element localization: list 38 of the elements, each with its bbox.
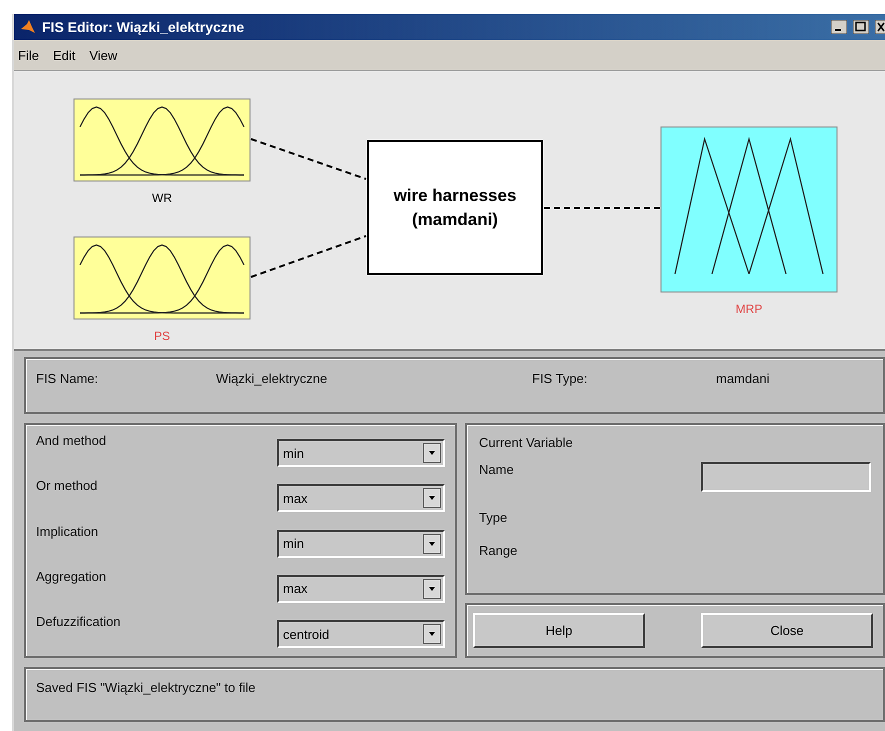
field-label: Name xyxy=(479,462,514,477)
method-dropdown[interactable]: min xyxy=(277,530,445,558)
minimize-icon[interactable] xyxy=(831,20,847,34)
menu-item[interactable]: Edit xyxy=(52,48,76,62)
field-label: FIS Name: xyxy=(36,371,100,386)
method-label: Implication xyxy=(36,524,98,538)
system-node[interactable]: wire harnesses (mamdani) xyxy=(367,140,543,275)
fis-type: mamdani xyxy=(716,371,770,386)
menu-item[interactable]: View xyxy=(89,48,118,62)
method-label: Defuzzification xyxy=(36,614,121,629)
input-node-drawing[interactable] xyxy=(74,98,250,182)
input-node-drawing[interactable] xyxy=(74,236,250,320)
method-dropdown[interactable]: max xyxy=(277,574,445,603)
variable-label: WR xyxy=(152,191,172,205)
field-label: FIS Type: xyxy=(532,371,588,386)
method-dropdown[interactable]: max xyxy=(277,484,445,512)
method-label: And method xyxy=(36,433,106,448)
system-method: (mamdani) xyxy=(412,208,498,230)
app-logo-icon xyxy=(20,19,36,35)
window-title: FIS Editor: Wiązki_elektryczne xyxy=(42,19,246,35)
variable-label: MRP xyxy=(736,302,762,316)
close-button[interactable]: Close xyxy=(701,613,873,648)
help-button[interactable]: Help xyxy=(473,613,645,648)
method-label: Or method xyxy=(36,478,98,494)
system-name: wire harnesses xyxy=(394,184,516,206)
section-title: Current Variable xyxy=(479,435,574,450)
fis-name: Wiązki_elektryczne xyxy=(216,371,328,386)
variable-label: PS xyxy=(154,329,170,343)
field-label: Type xyxy=(479,510,508,525)
method-dropdown[interactable]: centroid xyxy=(277,620,445,648)
method-label: Aggregation xyxy=(36,568,106,584)
status-message: Saved FIS "Wiązki_elektryczne" to file xyxy=(36,680,256,695)
method-dropdown[interactable]: min xyxy=(277,439,445,467)
field-label: Range xyxy=(479,543,518,558)
close-icon[interactable] xyxy=(875,20,885,34)
maximize-icon[interactable] xyxy=(853,20,869,34)
menu-item[interactable]: File xyxy=(18,48,39,62)
output-node-drawing[interactable] xyxy=(660,126,838,292)
